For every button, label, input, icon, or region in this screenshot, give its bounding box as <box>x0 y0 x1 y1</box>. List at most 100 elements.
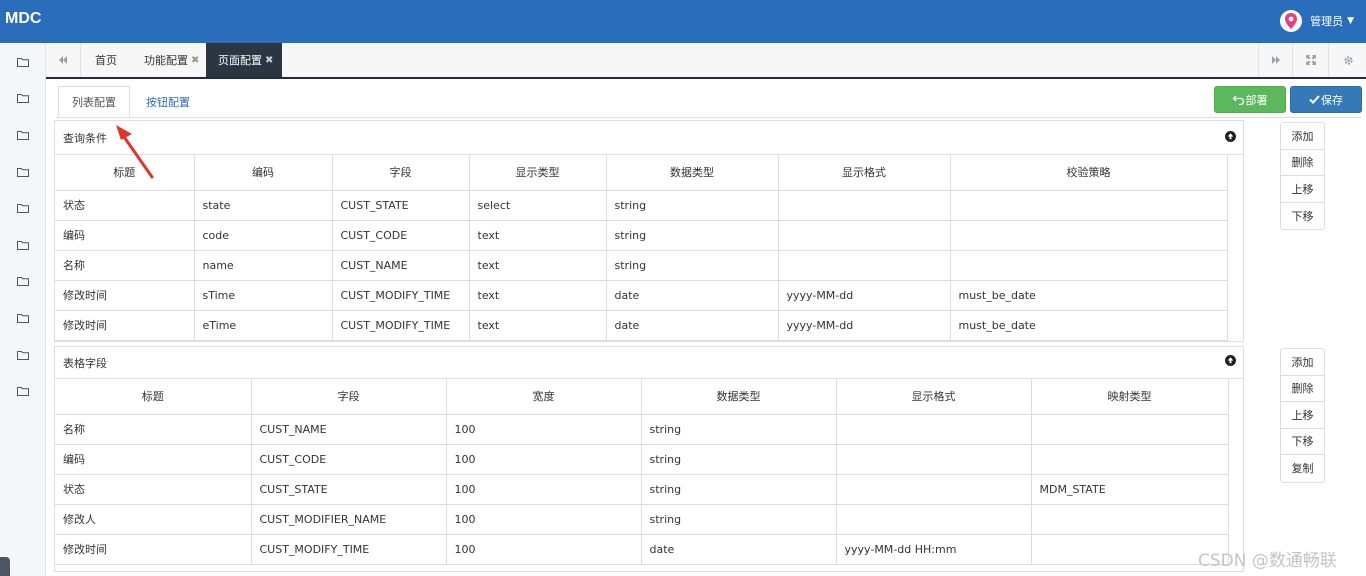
table-cell[interactable]: CUST_STATE <box>251 474 447 505</box>
table-row[interactable]: 状态 state CUST_STATE select string <box>55 190 1228 221</box>
table-cell[interactable]: string <box>606 250 779 281</box>
table-cell[interactable]: 名称 <box>55 414 252 445</box>
table-row[interactable]: 修改人 CUST_MODIFIER_NAME 100 string <box>55 504 1229 535</box>
table-cell[interactable]: MDM_STATE <box>1031 474 1229 505</box>
table-cell[interactable]: 状态 <box>55 190 195 221</box>
table-row[interactable]: 修改时间 eTime CUST_MODIFY_TIME text date yyyy-MM… <box>55 310 1228 341</box>
add-button[interactable]: 添加 <box>1281 123 1324 150</box>
table-cell[interactable] <box>950 190 1228 221</box>
table-cell[interactable]: sTime <box>194 280 333 311</box>
table-cell[interactable]: code <box>194 220 333 251</box>
move-down-button[interactable]: 下移 <box>1281 203 1324 230</box>
fullscreen-button[interactable] <box>1294 43 1329 77</box>
table-cell[interactable]: text <box>469 310 607 341</box>
sidebar-item-4[interactable] <box>14 164 32 180</box>
table-cell[interactable]: CUST_MODIFY_TIME <box>251 534 447 565</box>
save-button[interactable]: 保存 <box>1290 86 1362 113</box>
table-cell[interactable]: CUST_CODE <box>332 220 470 251</box>
add-button[interactable]: 添加 <box>1281 349 1324 376</box>
table-cell[interactable]: 100 <box>446 444 642 475</box>
table-cell[interactable]: text <box>469 250 607 281</box>
sidebar-item-7[interactable] <box>14 273 32 289</box>
table-cell[interactable] <box>778 190 951 221</box>
table-cell[interactable] <box>950 250 1228 281</box>
collapse-up-icon[interactable] <box>1225 131 1236 142</box>
subtab-button-config[interactable]: 按钮配置 <box>132 86 204 118</box>
table-cell[interactable] <box>1031 504 1229 535</box>
table-row[interactable]: 编码 CUST_CODE 100 string <box>55 444 1229 475</box>
deploy-button[interactable]: 部署 <box>1214 86 1286 113</box>
table-cell[interactable]: date <box>641 534 837 565</box>
table-cell[interactable]: CUST_STATE <box>332 190 470 221</box>
tabs-scroll-left-button[interactable] <box>46 43 81 77</box>
table-cell[interactable] <box>778 250 951 281</box>
table-cell[interactable] <box>836 504 1032 535</box>
tab-page-config[interactable]: 页面配置 ✖ <box>206 43 282 77</box>
move-up-button[interactable]: 上移 <box>1281 402 1324 429</box>
table-cell[interactable]: yyyy-MM-dd <box>778 310 951 341</box>
table-cell[interactable]: 100 <box>446 534 642 565</box>
sidebar-item-10[interactable] <box>14 383 32 399</box>
sidebar-item-3[interactable] <box>14 127 32 143</box>
table-cell[interactable] <box>836 444 1032 475</box>
table-cell[interactable]: string <box>641 444 837 475</box>
sidebar-item-2[interactable] <box>14 90 32 106</box>
table-cell[interactable]: string <box>641 504 837 535</box>
tabs-scroll-right-button[interactable] <box>1258 43 1293 77</box>
sidebar-item-1[interactable] <box>14 54 32 70</box>
tab-home[interactable]: 首页 <box>83 43 131 77</box>
table-cell[interactable]: state <box>194 190 333 221</box>
close-icon[interactable]: ✖ <box>265 55 273 66</box>
table-row[interactable]: 修改时间 sTime CUST_MODIFY_TIME text date yyyy-MM… <box>55 280 1228 311</box>
copy-button[interactable]: 复制 <box>1281 455 1324 482</box>
table-cell[interactable]: CUST_NAME <box>251 414 447 445</box>
table-cell[interactable] <box>778 220 951 251</box>
table-cell[interactable]: 名称 <box>55 250 195 281</box>
close-icon[interactable]: ✖ <box>191 55 199 66</box>
table-cell[interactable]: name <box>194 250 333 281</box>
sidebar-item-8[interactable] <box>14 310 32 326</box>
move-down-button[interactable]: 下移 <box>1281 429 1324 455</box>
table-cell[interactable] <box>1031 444 1229 475</box>
table-cell[interactable]: CUST_MODIFIER_NAME <box>251 504 447 535</box>
table-cell[interactable]: date <box>606 280 779 311</box>
table-cell[interactable]: text <box>469 280 607 311</box>
sidebar-item-9[interactable] <box>14 347 32 363</box>
collapse-up-icon[interactable] <box>1225 355 1236 366</box>
table-cell[interactable]: 100 <box>446 414 642 445</box>
table-cell[interactable]: string <box>606 220 779 251</box>
table-cell[interactable]: must_be_date <box>950 310 1228 341</box>
table-cell[interactable]: yyyy-MM-dd HH:mm <box>836 534 1032 565</box>
table-cell[interactable] <box>836 414 1032 445</box>
tab-function-config[interactable]: 功能配置 ✖ <box>132 43 206 77</box>
sidebar-item-5[interactable] <box>14 200 32 216</box>
table-cell[interactable]: string <box>606 190 779 221</box>
table-cell[interactable]: text <box>469 220 607 251</box>
delete-button[interactable]: 删除 <box>1281 150 1324 176</box>
table-cell[interactable]: 编码 <box>55 444 252 475</box>
table-cell[interactable]: 修改人 <box>55 504 252 535</box>
subtab-list-config[interactable]: 列表配置 <box>58 86 130 118</box>
table-cell[interactable]: 修改时间 <box>55 280 195 311</box>
table-cell[interactable]: string <box>641 414 837 445</box>
move-up-button[interactable]: 上移 <box>1281 176 1324 203</box>
table-cell[interactable] <box>1031 414 1229 445</box>
table-cell[interactable]: 状态 <box>55 474 252 505</box>
sidebar-item-6[interactable] <box>14 237 32 253</box>
table-cell[interactable]: must_be_date <box>950 280 1228 311</box>
table-row[interactable]: 编码 code CUST_CODE text string <box>55 220 1228 251</box>
table-cell[interactable]: 修改时间 <box>55 310 195 341</box>
table-cell[interactable] <box>836 474 1032 505</box>
table-cell[interactable]: 编码 <box>55 220 195 251</box>
table-row[interactable]: 状态 CUST_STATE 100 string MDM_STATE <box>55 474 1229 505</box>
table-row[interactable]: 修改时间 CUST_MODIFY_TIME 100 date yyyy-MM-dd HH… <box>55 534 1229 565</box>
table-cell[interactable] <box>950 220 1228 251</box>
table-row[interactable]: 名称 CUST_NAME 100 string <box>55 414 1229 445</box>
table-cell[interactable]: yyyy-MM-dd <box>778 280 951 311</box>
table-cell[interactable]: CUST_CODE <box>251 444 447 475</box>
table-cell[interactable]: CUST_MODIFY_TIME <box>332 310 470 341</box>
table-cell[interactable]: 100 <box>446 474 642 505</box>
table-cell[interactable]: select <box>469 190 607 221</box>
delete-button[interactable]: 删除 <box>1281 376 1324 402</box>
settings-button[interactable] <box>1331 43 1366 77</box>
